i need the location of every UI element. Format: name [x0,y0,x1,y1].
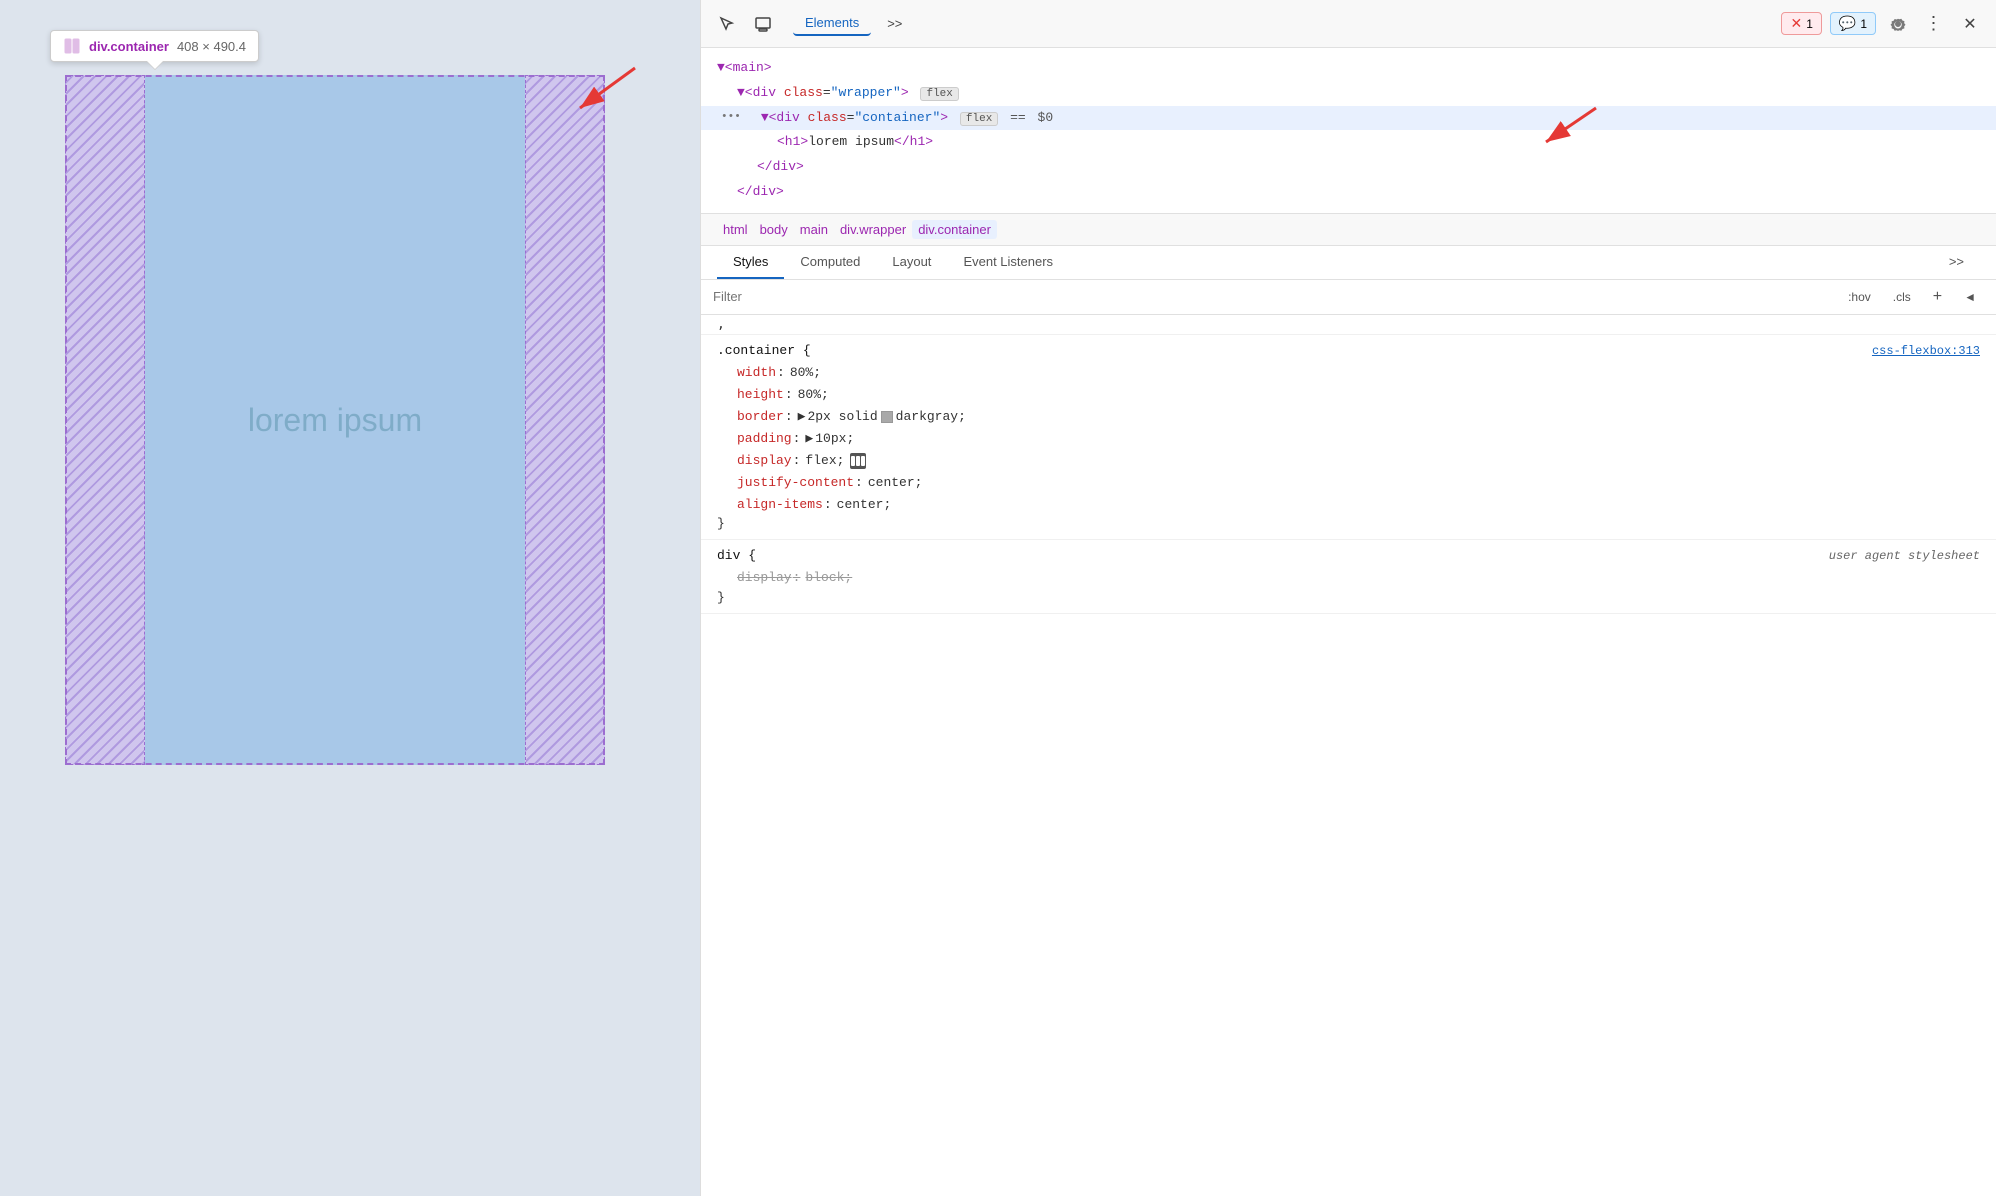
breadcrumb-wrapper[interactable]: div.wrapper [834,220,912,239]
filter-actions: :hov .cls + ◄ [1840,286,1984,308]
css-selector-container[interactable]: .container { [717,343,811,358]
darkgray-swatch[interactable] [881,411,893,423]
css-prop-width[interactable]: width: 80%; [737,362,1980,384]
dom-tree: ▼<main> ▼<div class="wrapper"> flex ••• … [701,48,1996,214]
tooltip-tag: div.container [89,39,169,54]
tab-layout[interactable]: Layout [876,246,947,279]
tab-event-listeners[interactable]: Event Listeners [947,246,1069,279]
close-devtools-button[interactable]: ✕ [1956,10,1984,38]
border-expand-arrow[interactable]: ▶ [798,406,806,428]
wrapper-flex-badge: flex [920,87,958,101]
css-rules-panel: , .container { css-flexbox:313 width: 80… [701,315,1996,1196]
dom-line-wrapper[interactable]: ▼<div class="wrapper"> flex [701,81,1996,106]
element-icon [63,37,81,55]
dom-line-close-container[interactable]: </div> [701,155,1996,180]
breadcrumb-body[interactable]: body [754,220,794,239]
tab-elements[interactable]: Elements [793,11,871,36]
css-source-container[interactable]: css-flexbox:313 [1872,344,1980,358]
css-close-brace-div: } [717,590,1980,605]
devtools-panel: Elements >> ✕ 1 💬 1 ⋮ ✕ [700,0,1996,1196]
red-arrow-preview [565,58,645,123]
style-tabs: Styles Computed Layout Event Listeners >… [701,246,1996,280]
devtools-header: Elements >> ✕ 1 💬 1 ⋮ ✕ [701,0,1996,48]
console-badge[interactable]: 💬 1 [1830,12,1876,35]
filter-input[interactable] [713,289,1832,304]
css-selector-line-div: div { user agent stylesheet [717,548,1980,563]
filter-bar: :hov .cls + ◄ [701,280,1996,315]
css-rule-container: .container { css-flexbox:313 width: 80%;… [701,335,1996,541]
element-tooltip: div.container 408 × 490.4 [50,30,259,62]
css-props-container: width: 80%; height: 80%; border: ▶ 2px s… [717,362,1980,517]
more-options-button[interactable]: ⋮ [1920,10,1948,38]
preview-container: lorem ipsum [65,75,605,765]
css-rule-div: div { user agent stylesheet display: blo… [701,540,1996,613]
settings-button[interactable] [1884,10,1912,38]
padding-expand-arrow[interactable]: ▶ [805,428,813,450]
preview-content-area: lorem ipsum [145,75,525,765]
console-count: 1 [1860,17,1867,31]
css-source-div[interactable]: user agent stylesheet [1829,549,1980,563]
css-prop-justify-content[interactable]: justify-content: center; [737,472,1980,494]
breadcrumb-html[interactable]: html [717,220,754,239]
breadcrumb-container[interactable]: div.container [912,220,997,239]
css-selector-line-container: .container { css-flexbox:313 [717,343,1980,358]
tooltip-arrow [147,61,163,69]
hov-filter-button[interactable]: :hov [1840,288,1879,306]
tooltip-size: 408 × 490.4 [177,39,246,54]
tab-computed[interactable]: Computed [784,246,876,279]
css-prop-height[interactable]: height: 80%; [737,384,1980,406]
error-count: 1 [1806,17,1813,31]
css-prop-border[interactable]: border: ▶ 2px solid darkgray; [737,406,1980,428]
padding-left-visual [65,75,145,765]
tab-styles[interactable]: Styles [717,246,784,279]
css-prop-display[interactable]: display: flex; [737,450,1980,472]
dom-line-container[interactable]: ••• ▼<div class="container"> flex == $0 [701,106,1996,131]
cls-filter-button[interactable]: .cls [1885,288,1919,306]
container-flex-badge: flex [960,112,998,126]
device-toggle-button[interactable] [749,10,777,38]
css-selector-div[interactable]: div { [717,548,756,563]
breadcrumb: html body main div.wrapper div.container [701,214,1996,246]
dom-line-h1[interactable]: <h1>lorem ipsum</h1> [701,130,1996,155]
padding-right-visual [525,75,605,765]
error-badge[interactable]: ✕ 1 [1781,12,1821,35]
tab-more[interactable]: >> [875,12,914,35]
browser-preview: div.container 408 × 490.4 lorem ipsum [0,0,700,1196]
css-prop-padding[interactable]: padding: ▶ 10px; [737,428,1980,450]
dom-line-main[interactable]: ▼<main> [701,56,1996,81]
css-prop-display-block[interactable]: display: block; [737,567,1980,589]
breadcrumb-main[interactable]: main [794,220,834,239]
dom-line-close-wrapper[interactable]: </div> [701,180,1996,205]
flex-icon[interactable] [850,453,866,469]
inspect-element-button[interactable] [713,10,741,38]
add-rule-button[interactable]: + [1925,286,1950,308]
css-comma-separator: , [701,315,1996,335]
css-props-div: display: block; [717,567,1980,589]
devtools-main-tabs: Elements >> [793,11,914,36]
lorem-ipsum-text: lorem ipsum [248,402,422,439]
tab-more-styles[interactable]: >> [1933,246,1980,279]
toggle-sidebar-button[interactable]: ◄ [1956,288,1984,306]
css-close-brace-container: } [717,516,1980,531]
css-prop-align-items[interactable]: align-items: center; [737,494,1980,516]
